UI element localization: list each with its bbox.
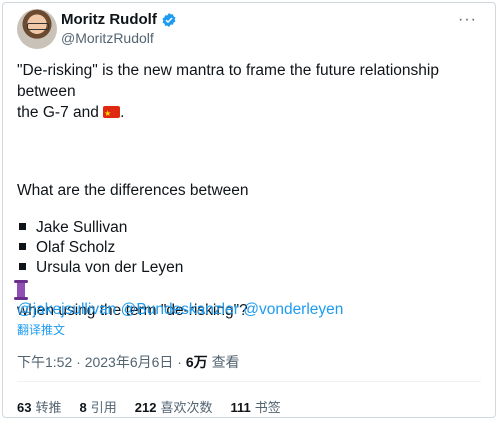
china-flag-icon [103, 103, 121, 124]
names-list: Jake Sullivan Olaf Scholz Ursula von der… [17, 218, 183, 278]
stat-count: 8 [79, 400, 87, 415]
tweet-line-2-end: . [120, 104, 125, 121]
stat-retweets[interactable]: 63 转推 [17, 397, 61, 416]
engagement-stats: 63 转推 8 引用 212 喜欢次数 111 书签 [17, 397, 281, 416]
tweet-question: What are the differences between [17, 182, 249, 199]
divider [17, 381, 481, 382]
tweet-line-2: the G-7 and . [17, 102, 487, 124]
tweet-time[interactable]: 下午1:52 [17, 354, 72, 370]
stat-label: 引用 [90, 400, 117, 415]
square-bullet-icon [19, 263, 26, 271]
stat-label: 书签 [254, 400, 281, 415]
tweet-card: Moritz Rudolf @MoritzRudolf ··· "De-risk… [2, 2, 496, 418]
stat-quotes[interactable]: 8 引用 [79, 397, 116, 416]
tweet-meta: 下午1:52 · 2023年6月6日 · 6万 查看 [17, 354, 240, 370]
tweet-line-1: "De-risking" is the new mantra to frame … [17, 62, 439, 100]
translate-link[interactable]: 翻译推文 [17, 321, 65, 338]
square-bullet-icon [19, 223, 26, 231]
author-name[interactable]: Moritz Rudolf [61, 11, 157, 28]
stat-bookmarks[interactable]: 111 书签 [230, 397, 280, 416]
list-item-text: Ursula von der Leyen [36, 259, 184, 276]
avatar[interactable] [17, 9, 57, 49]
list-item: Olaf Scholz [17, 238, 183, 258]
list-item: Jake Sullivan [17, 218, 183, 238]
stat-count: 63 [17, 400, 32, 415]
mention-link[interactable]: @Bundeskanzler [121, 301, 239, 318]
verified-badge-icon [162, 12, 176, 27]
list-item-text: Olaf Scholz [36, 239, 116, 256]
scroll-emoji-icon [14, 280, 28, 300]
stat-count: 212 [134, 400, 157, 415]
more-options-icon[interactable]: ··· [458, 11, 477, 29]
tweet-text: "De-risking" is the new mantra to frame … [17, 60, 487, 319]
tweet-line-2-text: the G-7 and [17, 104, 99, 121]
author-name-row: Moritz Rudolf [61, 11, 177, 28]
tweet-date[interactable]: 2023年6月6日 [85, 354, 174, 370]
square-bullet-icon [19, 243, 26, 251]
author-handle[interactable]: @MoritzRudolf [61, 30, 154, 46]
stat-count: 111 [230, 400, 251, 415]
stat-likes[interactable]: 212 喜欢次数 [135, 397, 213, 416]
stat-label: 转推 [35, 400, 62, 415]
views-count: 6万 [185, 354, 208, 370]
views-label: 查看 [211, 354, 240, 370]
mentions: @jakejsullivan @Bundeskanzler @vonderley… [17, 301, 343, 319]
stat-label: 喜欢次数 [160, 400, 213, 415]
mention-link[interactable]: @vonderleyen [243, 301, 343, 318]
mention-link[interactable]: @jakejsullivan [17, 301, 116, 318]
list-item-text: Jake Sullivan [36, 219, 128, 236]
list-item: Ursula von der Leyen [17, 258, 183, 278]
